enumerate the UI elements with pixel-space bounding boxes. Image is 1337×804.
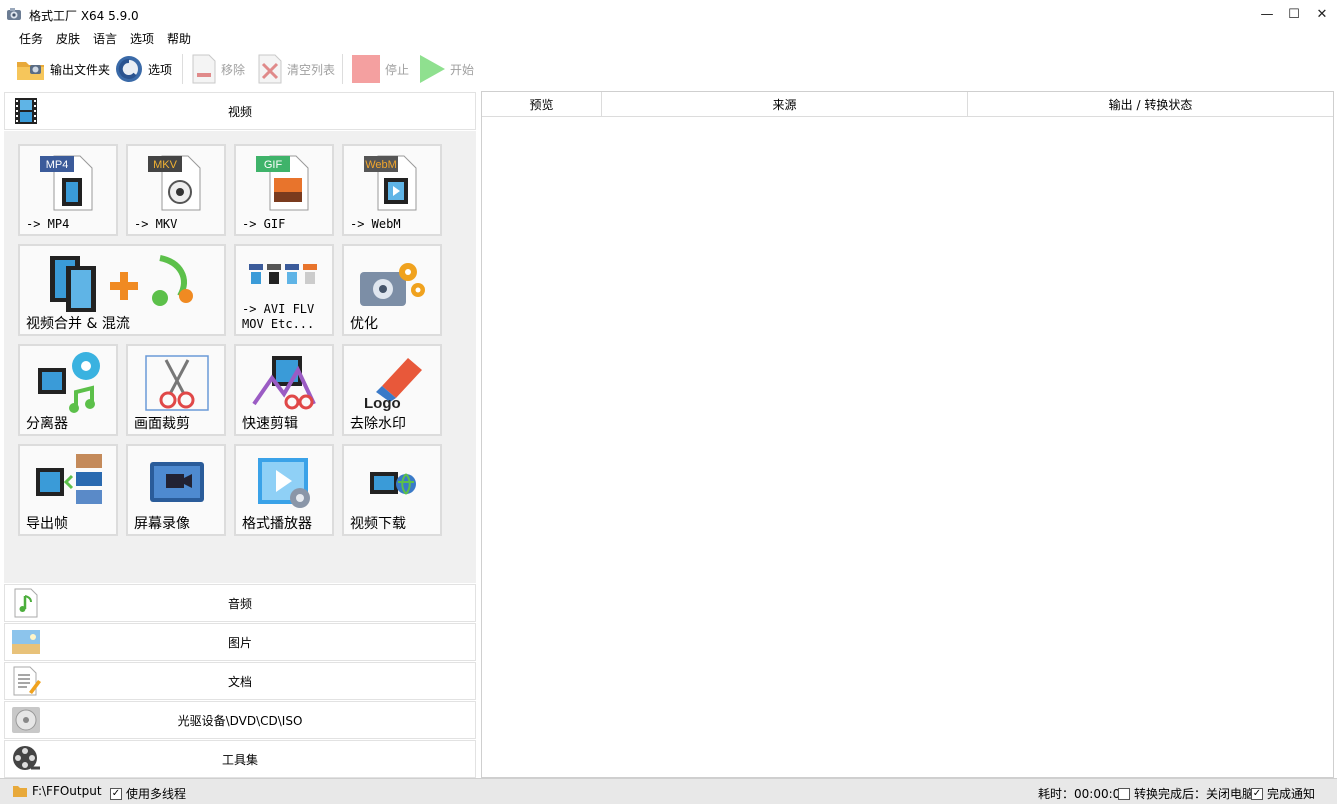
category-document[interactable]: 文档 xyxy=(4,662,476,700)
category-tools[interactable]: 工具集 xyxy=(4,740,476,778)
tile-splitter[interactable]: 分离器 xyxy=(18,344,118,436)
folder-icon xyxy=(17,62,44,80)
close-button[interactable]: ✕ xyxy=(1307,0,1337,28)
category-audio[interactable]: 音频 xyxy=(4,584,476,622)
svg-text:WebM: WebM xyxy=(365,159,397,171)
category-image[interactable]: 图片 xyxy=(4,623,476,661)
options-button[interactable]: 选项 xyxy=(114,53,172,85)
checkbox-checked-icon: ✓ xyxy=(1251,787,1263,800)
tile-quick-clip[interactable]: 快速剪辑 xyxy=(234,344,334,436)
tile-video-download[interactable]: 视频下载 xyxy=(342,444,442,536)
svg-text:MKV: MKV xyxy=(153,159,178,171)
title-bar: 格式工厂 X64 5.9.0 — ☐ ✕ xyxy=(0,0,1337,28)
clear-list-button[interactable]: 清空列表 xyxy=(257,53,335,85)
svg-text:Logo: Logo xyxy=(364,395,401,412)
tile-optimize[interactable]: 优化 xyxy=(342,244,442,336)
export-frames-icon xyxy=(36,454,102,504)
checkbox-checked-icon: ✓ xyxy=(110,787,122,800)
screen-record-icon xyxy=(150,462,204,502)
remove-button[interactable]: 移除 xyxy=(191,53,245,85)
mp4-file-icon: MP4 xyxy=(40,155,93,211)
tile-screen-record[interactable]: 屏幕录像 xyxy=(126,444,226,536)
clear-list-icon xyxy=(258,54,282,84)
toolbar-separator xyxy=(182,54,183,84)
remove-file-icon xyxy=(192,54,216,84)
multithread-checkbox[interactable]: ✓ 使用多线程 xyxy=(110,785,186,802)
stop-button[interactable]: 停止 xyxy=(351,53,409,85)
tile-to-gif[interactable]: GIF -> GIF xyxy=(234,144,334,236)
crop-scissors-icon xyxy=(145,355,209,411)
task-list[interactable]: 预览 来源 输出 / 转换状态 xyxy=(481,91,1334,778)
toolbar: 输出文件夹 选项 移除 清空列表 停止 开始 xyxy=(0,48,1337,90)
tile-to-webm[interactable]: WebM -> WebM xyxy=(342,144,442,236)
shutdown-after-checkbox[interactable]: 转换完成后：关闭电脑 xyxy=(1118,785,1254,802)
menu-help[interactable]: 帮助 xyxy=(167,30,191,47)
player-icon xyxy=(258,458,310,508)
column-preview[interactable]: 预览 xyxy=(482,92,602,117)
menu-skin[interactable]: 皮肤 xyxy=(56,30,80,47)
menu-task[interactable]: 任务 xyxy=(19,30,43,47)
minimize-button[interactable]: — xyxy=(1252,0,1282,28)
tile-crop[interactable]: 画面裁剪 xyxy=(126,344,226,436)
video-tools-area: MP4 -> MP4 MKV -> MKV GIF -> GIF WebM ->… xyxy=(4,131,476,583)
mkv-file-icon: MKV xyxy=(148,155,201,211)
menu-bar: 任务 皮肤 语言 选项 帮助 xyxy=(0,28,1337,48)
window-title: 格式工厂 X64 5.9.0 xyxy=(29,9,139,23)
tile-format-player[interactable]: 格式播放器 xyxy=(234,444,334,536)
svg-text:MP4: MP4 xyxy=(46,159,69,171)
toolbar-separator xyxy=(342,54,343,84)
output-folder-button[interactable]: 输出文件夹 xyxy=(16,53,110,85)
stop-icon xyxy=(352,55,380,83)
checkbox-unchecked-icon xyxy=(1118,787,1130,800)
elapsed-time: 耗时：00:00:00 xyxy=(1038,787,1128,801)
tile-remove-watermark[interactable]: Logo 去除水印 xyxy=(342,344,442,436)
menu-options[interactable]: 选项 xyxy=(130,30,154,47)
video-download-icon xyxy=(370,472,416,495)
optimize-gears-icon xyxy=(360,263,425,306)
notify-checkbox[interactable]: ✓ 完成通知 xyxy=(1251,785,1315,802)
start-button[interactable]: 开始 xyxy=(418,53,474,85)
gear-icon xyxy=(116,56,142,82)
column-output-status[interactable]: 输出 / 转换状态 xyxy=(968,92,1333,117)
menu-language[interactable]: 语言 xyxy=(93,30,117,47)
tile-to-avi-flv-mov[interactable]: -> AVI FLV MOV Etc... xyxy=(234,244,334,336)
maximize-button[interactable]: ☐ xyxy=(1279,0,1309,28)
gif-file-icon: GIF xyxy=(256,155,309,211)
quick-clip-icon xyxy=(252,356,316,410)
category-disc[interactable]: 光驱设备\DVD\CD\ISO xyxy=(4,701,476,739)
category-video[interactable]: 视频 xyxy=(4,92,476,130)
splitter-icon xyxy=(38,352,100,413)
output-path[interactable]: F:\FFOutput xyxy=(12,784,102,798)
column-source[interactable]: 来源 xyxy=(602,92,968,117)
webm-file-icon: WebM xyxy=(364,155,417,211)
eraser-icon: Logo xyxy=(364,358,422,412)
status-bar: F:\FFOutput ✓ 使用多线程 耗时：00:00:00 转换完成后：关闭… xyxy=(0,778,1337,804)
multi-format-icon xyxy=(249,264,317,284)
tile-to-mkv[interactable]: MKV -> MKV xyxy=(126,144,226,236)
app-icon xyxy=(7,8,21,20)
folder-small-icon xyxy=(13,786,27,797)
tile-to-mp4[interactable]: MP4 -> MP4 xyxy=(18,144,118,236)
left-panel: 视频 MP4 -> MP4 MKV -> MKV GIF -> GIF WebM… xyxy=(2,90,476,778)
merge-icon xyxy=(50,255,193,312)
svg-text:GIF: GIF xyxy=(264,159,283,171)
tile-export-frames[interactable]: 导出帧 xyxy=(18,444,118,536)
play-icon xyxy=(420,55,445,83)
tile-video-merge[interactable]: 视频合并 & 混流 xyxy=(18,244,226,336)
